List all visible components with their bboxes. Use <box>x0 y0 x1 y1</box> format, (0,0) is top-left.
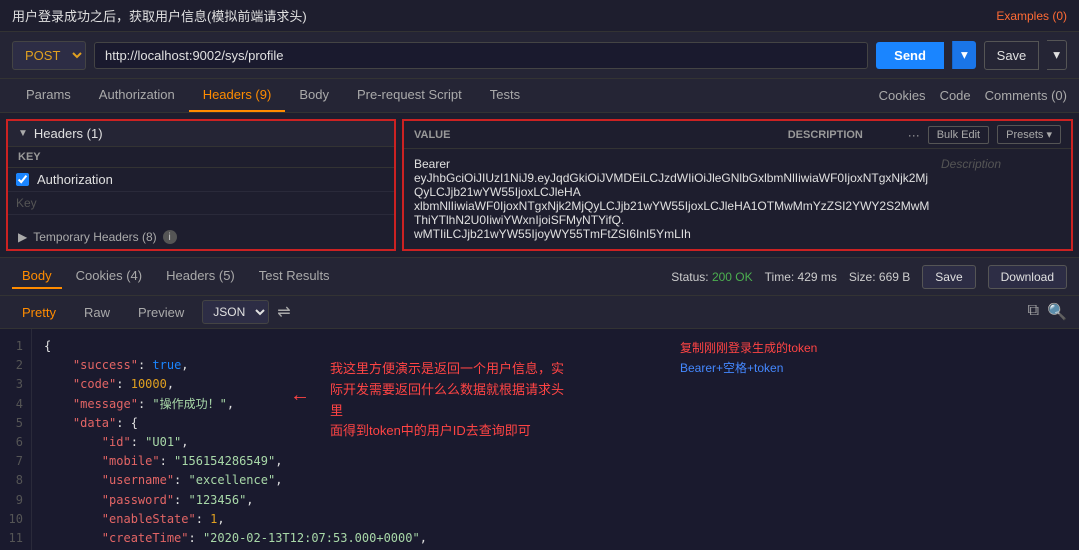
response-tab-cookies[interactable]: Cookies (4) <box>66 264 152 289</box>
tab-body[interactable]: Body <box>285 79 343 112</box>
headers-content-area: ▼ Headers (1) KEY Authorization Key ▶ Te… <box>0 113 1079 258</box>
format-icon[interactable]: ⇌ <box>277 302 290 322</box>
send-button[interactable]: Send <box>876 42 944 69</box>
header-row-authorization: Authorization <box>8 168 394 192</box>
value-panel: VALUE DESCRIPTION ··· Bulk Edit Presets … <box>402 119 1073 251</box>
code-view-bar: Pretty Raw Preview JSON HTML Text ⇌ ⧉ 🔍 <box>0 296 1079 329</box>
code-line-1: { <box>44 337 1067 356</box>
url-bar: POST GET Send ▾ Save ▾ <box>0 32 1079 79</box>
code-line-9: "password": "123456", <box>44 491 1067 510</box>
format-tab-pretty[interactable]: Pretty <box>12 301 66 324</box>
code-line-3: "code": 10000, <box>44 375 1067 394</box>
search-icon[interactable]: 🔍 <box>1047 302 1067 322</box>
save-button[interactable]: Save <box>984 41 1040 70</box>
code-action-icons: ⧉ 🔍 <box>1028 302 1067 322</box>
code-line-7: "mobile": "156154286549", <box>44 452 1067 471</box>
request-tabs: Params Authorization Headers (9) Body Pr… <box>0 79 1079 113</box>
response-tab-headers[interactable]: Headers (5) <box>156 264 245 289</box>
response-tab-body[interactable]: Body <box>12 264 62 289</box>
examples-link[interactable]: Examples (0) <box>996 9 1067 23</box>
response-bar: Body Cookies (4) Headers (5) Test Result… <box>0 258 1079 296</box>
size-value: Size: 669 B <box>849 270 910 284</box>
download-button[interactable]: Download <box>988 265 1067 289</box>
code-line-8: "username": "excellence", <box>44 471 1067 490</box>
authorization-value: Bearer eyJhbGciOiJIUzI1NiJ9.eyJqdGkiOiJV… <box>414 157 931 241</box>
cookies-link[interactable]: Cookies <box>879 88 926 103</box>
status-label: Status: 200 OK <box>671 270 752 284</box>
code-line-10: "enableState": 1, <box>44 510 1067 529</box>
top-bar: 用户登录成功之后，获取用户信息(模拟前端请求头) Examples (0) <box>0 0 1079 32</box>
code-area: 123456789101112 { "success": true, "code… <box>0 329 1079 550</box>
request-title: 用户登录成功之后，获取用户信息(模拟前端请求头) <box>12 6 307 25</box>
format-tab-raw[interactable]: Raw <box>74 301 120 324</box>
authorization-key: Authorization <box>37 172 386 187</box>
key-placeholder[interactable]: Key <box>16 196 386 210</box>
dots-menu[interactable]: ··· <box>908 128 920 142</box>
expand-icon: ▶ <box>18 230 27 244</box>
code-line-5: "data": { <box>44 414 1067 433</box>
tab-params[interactable]: Params <box>12 79 85 112</box>
save-response-button[interactable]: Save <box>922 265 975 289</box>
comments-link[interactable]: Comments (0) <box>985 88 1067 103</box>
status-value: 200 OK <box>712 270 753 284</box>
send-dropdown-button[interactable]: ▾ <box>952 41 976 69</box>
save-dropdown-button[interactable]: ▾ <box>1047 40 1067 70</box>
code-link[interactable]: Code <box>940 88 971 103</box>
headers-panel-label: Headers (1) <box>34 126 103 141</box>
temp-headers[interactable]: ▶ Temporary Headers (8) i <box>8 225 394 249</box>
tab-tests[interactable]: Tests <box>476 79 534 112</box>
code-content: { "success": true, "code": 10000, "messa… <box>32 329 1079 550</box>
headers-panel: ▼ Headers (1) KEY Authorization Key ▶ Te… <box>6 119 396 251</box>
description-placeholder[interactable]: Description <box>941 157 1061 241</box>
tab-headers[interactable]: Headers (9) <box>189 79 286 112</box>
headers-table-header: KEY <box>8 147 394 168</box>
url-input[interactable] <box>94 42 868 69</box>
format-select[interactable]: JSON HTML Text <box>202 300 269 324</box>
response-tab-tests[interactable]: Test Results <box>249 264 340 289</box>
code-line-6: "id": "U01", <box>44 433 1067 452</box>
value-column-header: VALUE <box>414 129 788 141</box>
value-panel-header: VALUE DESCRIPTION ··· Bulk Edit Presets … <box>404 121 1071 149</box>
line-numbers: 123456789101112 <box>0 329 32 550</box>
temp-headers-label: Temporary Headers (8) <box>33 230 156 244</box>
key-column-header: KEY <box>18 151 384 163</box>
code-line-11: "createTime": "2020-02-13T12:07:53.000+0… <box>44 529 1067 548</box>
header-row-new: Key <box>8 192 394 215</box>
info-icon: i <box>163 230 177 244</box>
copy-icon[interactable]: ⧉ <box>1028 302 1039 322</box>
code-line-4: "message": "操作成功！", <box>44 395 1067 414</box>
time-value: Time: 429 ms <box>765 270 837 284</box>
desc-column-header: DESCRIPTION <box>788 129 908 141</box>
format-tab-preview[interactable]: Preview <box>128 301 194 324</box>
headers-panel-title: ▼ Headers (1) <box>8 121 394 147</box>
authorization-checkbox[interactable] <box>16 173 29 186</box>
bulk-edit-button[interactable]: Bulk Edit <box>928 126 989 144</box>
tab-prerequest[interactable]: Pre-request Script <box>343 79 476 112</box>
code-line-2: "success": true, <box>44 356 1067 375</box>
presets-button[interactable]: Presets ▾ <box>997 125 1061 144</box>
method-select[interactable]: POST GET <box>12 41 86 70</box>
collapse-icon[interactable]: ▼ <box>18 128 28 139</box>
tab-authorization[interactable]: Authorization <box>85 79 189 112</box>
